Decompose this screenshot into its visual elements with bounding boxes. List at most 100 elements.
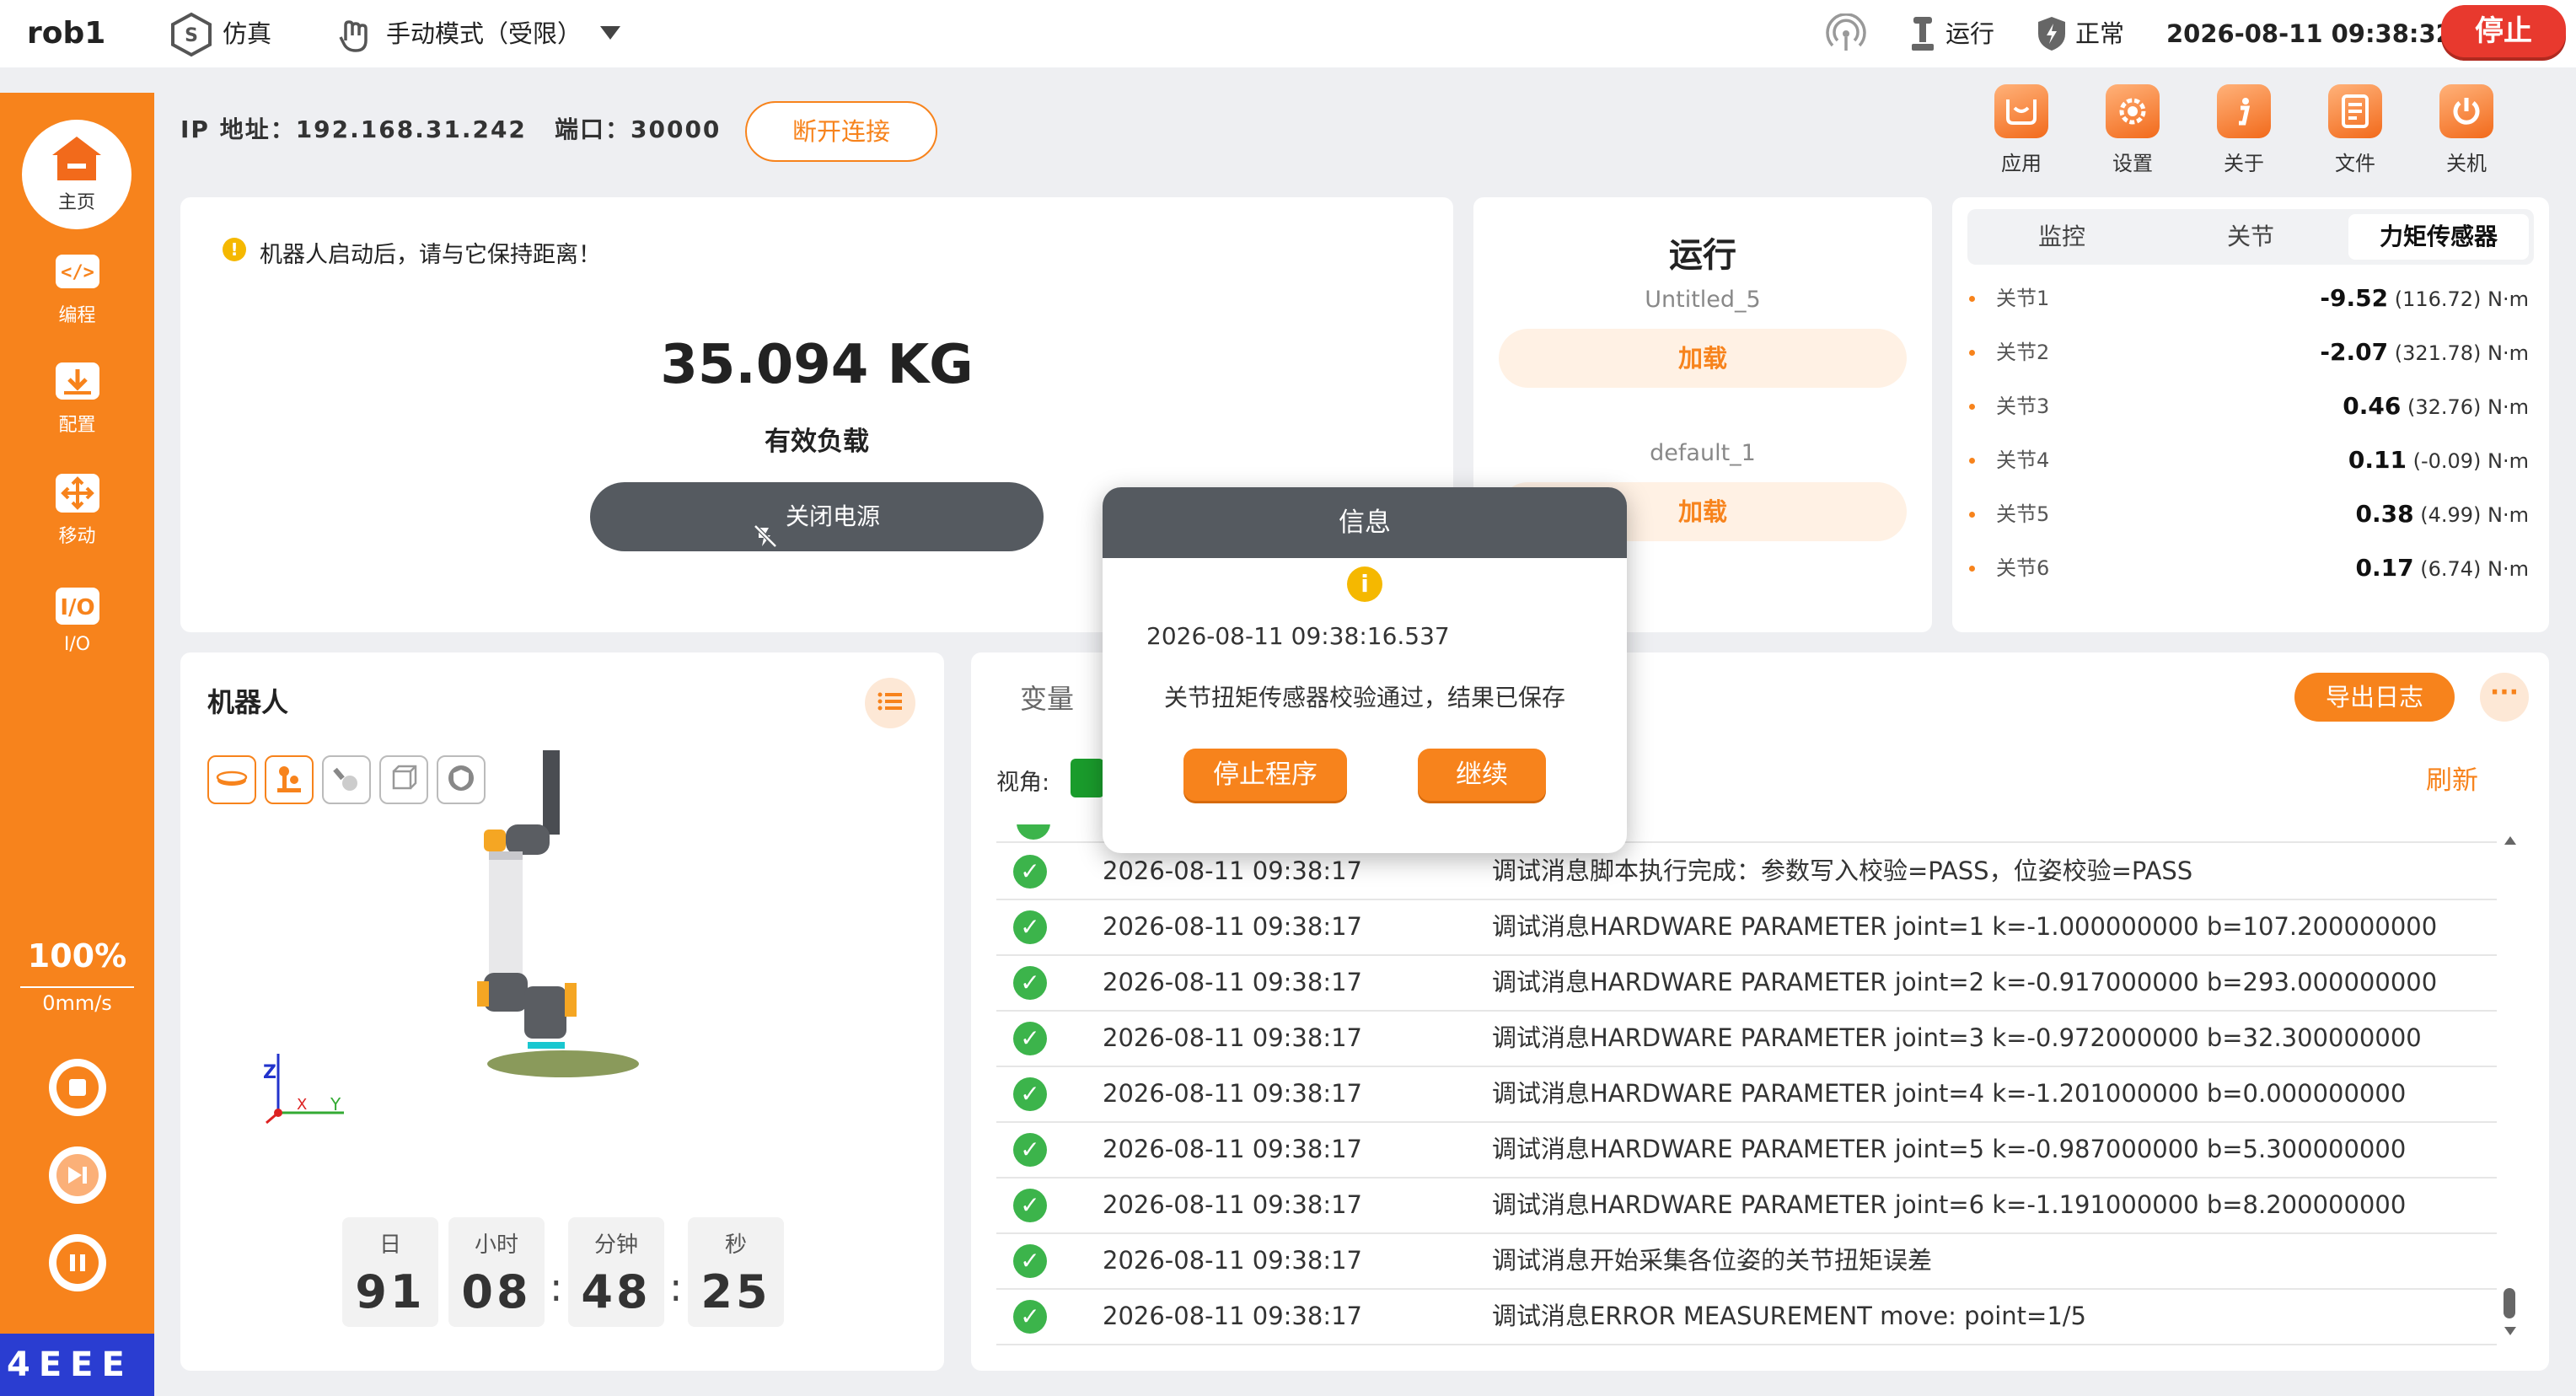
success-icon: ✓ <box>1013 1133 1047 1167</box>
view-box-button[interactable] <box>379 755 428 804</box>
log-row[interactable]: ✓ 2026-08-11 09:38:17 调试消息开始采集各位姿的关节扭矩误差 <box>996 1232 2497 1290</box>
view-label: 视角: <box>996 770 1050 796</box>
bullet <box>1969 458 1975 464</box>
sidebar-item-config[interactable]: 配置 <box>0 361 154 437</box>
sidebar-item-label: 编程 <box>58 305 96 326</box>
mode-label[interactable]: 手动模式（受限） <box>386 0 582 67</box>
sidebar-item-label: 主页 <box>57 192 95 213</box>
app-button[interactable]: 应用 <box>1979 84 2063 176</box>
download-icon <box>53 361 102 405</box>
torque-value: -9.52 (116.72) N·m <box>2320 271 2529 326</box>
success-icon: ✓ <box>1013 855 1047 889</box>
axis-z-label: Z <box>263 1062 276 1083</box>
sidebar-item-program[interactable]: </> 编程 <box>0 251 154 327</box>
export-log-button[interactable]: 导出日志 <box>2294 673 2455 722</box>
run-title: 运行 <box>1669 236 1736 275</box>
log-row[interactable]: ✓ 2026-08-11 09:38:17 调试消息HARDWARE PARAMET… <box>996 1066 2497 1123</box>
torque-number: -2.07 <box>2320 338 2389 366</box>
shield-icon <box>2037 15 2067 52</box>
file-icon <box>2328 84 2382 138</box>
info-icon: i <box>1347 566 1382 602</box>
continue-button[interactable]: 继续 <box>1418 749 1546 801</box>
joint-label: 关节6 <box>1996 556 2050 580</box>
time-separator: : <box>550 1264 563 1310</box>
log-row[interactable]: ✓ 2026-08-11 09:38:17 调试消息HARDWARE PARAMET… <box>996 1121 2497 1179</box>
dialog-message: 关节扭矩传感器校验通过，结果已保存 <box>1163 684 1565 711</box>
scroll-down-icon[interactable] <box>2502 1322 2519 1339</box>
torque-value: 0.11 (-0.09) N·m <box>2348 433 2529 488</box>
axis-x-label: X <box>297 1096 308 1114</box>
torque-number: 0.46 <box>2343 392 2402 420</box>
log-message: 调试消息ERROR MEASUREMENT move: point=1/5 <box>1492 1302 2086 1330</box>
joint-label: 关节4 <box>1996 448 2050 472</box>
settings-button[interactable]: 设置 <box>2090 84 2175 176</box>
pause-button[interactable] <box>49 1234 106 1291</box>
list-button[interactable] <box>865 678 915 728</box>
power-off-icon <box>754 506 777 548</box>
more-options-icon[interactable]: ··· <box>2480 673 2529 722</box>
robot-view-icon <box>272 761 306 798</box>
sidebar-item-home[interactable]: 主页 <box>22 120 131 229</box>
log-row[interactable]: ✓ 2026-08-11 09:38:17 调试消息HARDWARE PARAMET… <box>996 899 2497 956</box>
refresh-link[interactable]: 刷新 <box>2426 759 2478 797</box>
emergency-stop-button[interactable]: 停止 <box>2441 5 2566 57</box>
scrollbar-thumb[interactable] <box>2504 1288 2515 1318</box>
sidebar-item-move[interactable]: 移动 <box>0 472 154 548</box>
shutdown-button[interactable]: 关机 <box>2424 84 2509 176</box>
stop-program-dialog-button[interactable]: 停止程序 <box>1183 749 1347 801</box>
torque-number: 0.17 <box>2355 554 2414 582</box>
power-off-button[interactable]: 关闭电源 <box>590 482 1044 551</box>
seconds-label: 秒 <box>724 1232 747 1258</box>
about-label: 关于 <box>2224 152 2264 175</box>
tab-monitor[interactable]: 监控 <box>1967 209 2156 265</box>
about-button[interactable]: 关于 <box>2202 84 2286 176</box>
view-tool-button[interactable] <box>322 755 371 804</box>
sidebar-item-io[interactable]: I/O I/O <box>0 585 154 655</box>
log-time: 2026-08-11 09:38:17 <box>1103 1135 1362 1163</box>
days-value: 91 <box>355 1265 426 1318</box>
file-button[interactable]: 文件 <box>2313 84 2397 176</box>
success-icon: ✓ <box>1013 1077 1047 1111</box>
disconnect-button[interactable]: 断开连接 <box>745 101 937 162</box>
log-message: 调试消息HARDWARE PARAMETER joint=2 k=-0.9170… <box>1492 968 2438 996</box>
io-icon: I/O <box>53 585 102 629</box>
torque-detail: (6.74) N·m <box>2420 557 2529 581</box>
bullet <box>1969 296 1975 302</box>
stop-program-button[interactable] <box>49 1059 106 1116</box>
success-icon: ✓ <box>1013 1244 1047 1278</box>
view-base-button[interactable] <box>207 755 256 804</box>
bullet <box>1969 566 1975 572</box>
days-label: 日 <box>378 1232 401 1258</box>
robot-3d-view[interactable] <box>455 745 657 1082</box>
joint-label: 关节2 <box>1996 341 2050 364</box>
ip-address: IP 地址：192.168.31.242 <box>180 115 527 143</box>
load-button-1[interactable]: 加载 <box>1499 329 1907 388</box>
tab-joints[interactable]: 关节 <box>2156 209 2345 265</box>
step-button[interactable] <box>49 1146 106 1204</box>
scroll-up-icon[interactable] <box>2502 833 2519 850</box>
tab-torque-sensor[interactable]: 力矩传感器 <box>2348 214 2529 260</box>
log-message: 调试消息HARDWARE PARAMETER joint=3 k=-0.9720… <box>1492 1023 2422 1052</box>
simulation-icon[interactable]: S <box>169 12 214 57</box>
settings-icon <box>2106 84 2160 138</box>
sidebar-item-label: 移动 <box>58 526 96 547</box>
chevron-down-icon[interactable] <box>598 24 622 42</box>
safety-warning: 机器人启动后，请与它保持距离！ <box>260 242 601 268</box>
tab-variables[interactable]: 变量 <box>1020 678 1074 717</box>
log-time: 2026-08-11 09:38:17 <box>1103 968 1362 996</box>
minutes-label: 分钟 <box>593 1232 638 1258</box>
runtime-minutes: 分钟 48 <box>568 1217 664 1327</box>
simulation-label[interactable]: 仿真 <box>223 0 271 67</box>
view-robot-button[interactable] <box>265 755 314 804</box>
log-row[interactable]: ✓ 2026-08-11 09:38:17 调试消息ERROR MEASUREMEN… <box>996 1288 2497 1345</box>
log-time: 2026-08-11 09:38:17 <box>1103 1190 1362 1219</box>
log-time: 2026-08-11 09:38:17 <box>1103 1023 1362 1052</box>
log-row[interactable]: ✓ 2026-08-11 09:38:17 调试消息HARDWARE PARAMET… <box>996 1177 2497 1234</box>
view-selector[interactable] <box>1071 759 1104 797</box>
home-icon <box>51 135 103 182</box>
speed-percent[interactable]: 100% <box>0 937 154 975</box>
brand-badge: 4EEE <box>0 1334 154 1396</box>
log-row[interactable]: ✓ 2026-08-11 09:38:17 调试消息HARDWARE PARAMET… <box>996 1010 2497 1067</box>
log-message: 调试消息HARDWARE PARAMETER joint=1 k=-1.0000… <box>1492 912 2438 941</box>
log-row[interactable]: ✓ 2026-08-11 09:38:17 调试消息HARDWARE PARAMET… <box>996 954 2497 1012</box>
